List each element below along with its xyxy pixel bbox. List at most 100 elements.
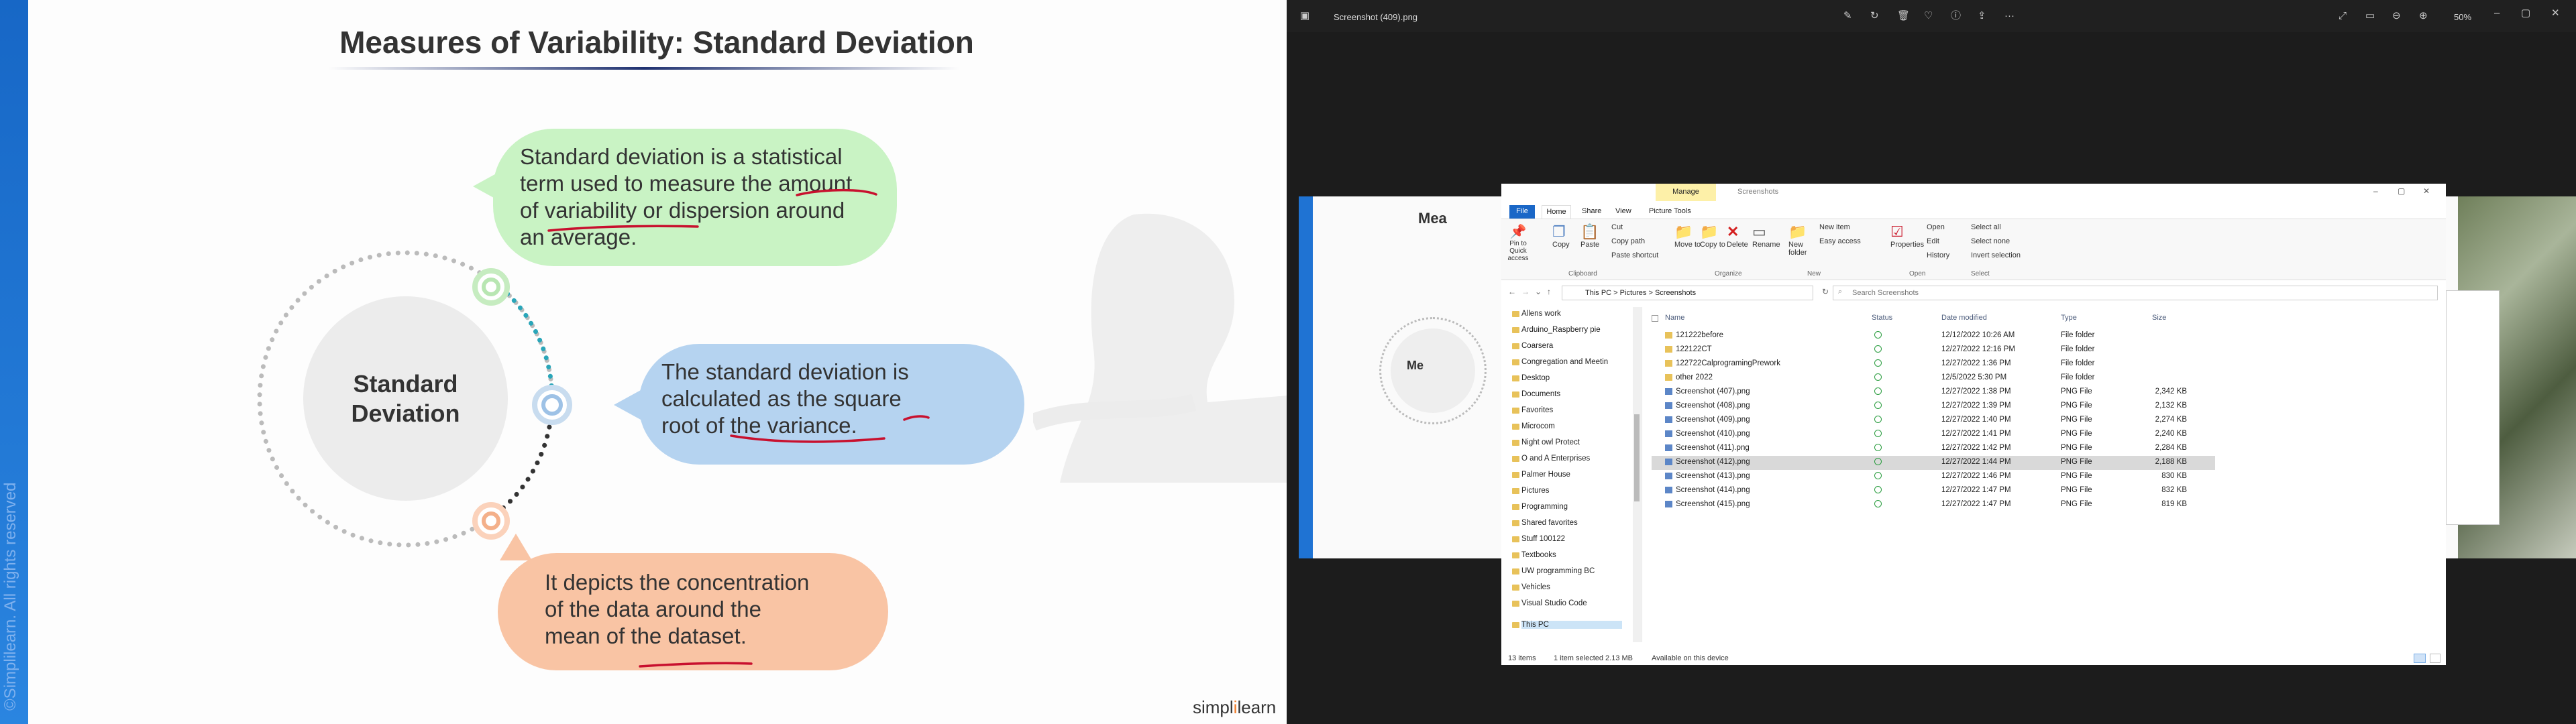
select-all-checkbox[interactable]	[1652, 315, 1658, 322]
tab-picture-tools[interactable]: Picture Tools	[1649, 207, 1691, 215]
nav-item[interactable]: Textbooks	[1512, 551, 1556, 559]
nav-item[interactable]: Pictures	[1512, 487, 1550, 495]
file-row[interactable]: Screenshot (415).png 12/27/2022 1:47 PM PN…	[1652, 498, 2215, 512]
zoom-in-icon[interactable]: ⊕	[2419, 11, 2428, 21]
forward-icon[interactable]: →	[1521, 287, 1529, 296]
nav-item[interactable]: Arduino_Raspberry pie	[1512, 326, 1601, 334]
column-size[interactable]: Size	[2152, 314, 2166, 322]
column-type[interactable]: Type	[2061, 314, 2077, 322]
info-icon[interactable]: ⓘ	[1951, 11, 1961, 21]
column-status[interactable]: Status	[1872, 314, 1892, 322]
nav-item[interactable]: Night owl Protect	[1512, 438, 1580, 446]
rotate-icon[interactable]: ↻	[1870, 11, 1879, 21]
nav-scroll-thumb[interactable]	[1634, 414, 1640, 501]
copy-button[interactable]: ❐ Copy	[1552, 223, 1570, 249]
file-row[interactable]: 122722CalprogramingPrework 12/27/2022 1:3…	[1652, 357, 2215, 371]
nav-item[interactable]: Programming	[1511, 503, 1568, 511]
search-input[interactable]: Search Screenshots	[1833, 286, 2438, 300]
copy-to-button[interactable]: 📁 Copy to	[1700, 223, 1725, 249]
zoom-out-icon[interactable]: ⊖	[2392, 11, 2401, 21]
file-row[interactable]: Screenshot (413).png 12/27/2022 1:46 PM PN…	[1652, 470, 2215, 484]
nav-item[interactable]: Palmer House	[1512, 471, 1570, 479]
tab-view[interactable]: View	[1615, 207, 1631, 215]
nav-item[interactable]: Coarsera	[1511, 342, 1553, 350]
nav-item[interactable]: Microcom	[1512, 422, 1555, 430]
nav-item[interactable]: Stuff 100122	[1511, 535, 1565, 543]
nav-item[interactable]: Desktop	[1511, 374, 1550, 382]
new-item-button[interactable]: New item	[1819, 223, 1850, 231]
share-icon[interactable]: ⇪	[1978, 11, 1986, 21]
tab-file[interactable]: File	[1509, 205, 1535, 219]
pin-button[interactable]: 📌 Pin to Quick access	[1507, 223, 1529, 262]
breadcrumb-item[interactable]: Screenshots	[1655, 289, 1696, 297]
move-to-button[interactable]: 📁 Move to	[1674, 223, 1701, 249]
breadcrumb-item[interactable]: This PC	[1585, 289, 1611, 297]
column-name[interactable]: Name	[1665, 314, 1684, 322]
file-row[interactable]: Screenshot (414).png 12/27/2022 1:47 PM PN…	[1652, 484, 2215, 498]
file-row[interactable]: 121222before 12/12/2022 10:26 AM File fold…	[1652, 329, 2215, 343]
easy-access-button[interactable]: Easy access	[1819, 237, 1861, 245]
more-icon[interactable]: ···	[2004, 11, 2015, 21]
nav-item[interactable]: Favorites	[1511, 406, 1553, 414]
file-row[interactable]: Screenshot (407).png 12/27/2022 1:38 PM PN…	[1652, 385, 2215, 400]
favorite-icon[interactable]: ♡	[1924, 11, 1933, 21]
minimize-icon[interactable]: –	[2373, 186, 2378, 196]
up-icon[interactable]: ↑	[1547, 287, 1551, 296]
file-row[interactable]: 122122CT 12/27/2022 12:16 PM File folder	[1652, 343, 2215, 357]
file-row[interactable]: Screenshot (410).png 12/27/2022 1:41 PM PN…	[1652, 428, 2215, 442]
tab-home[interactable]: Home	[1542, 205, 1571, 219]
invert-selection-button[interactable]: Invert selection	[1971, 251, 2021, 259]
select-all-button[interactable]: Select all	[1971, 223, 2001, 231]
slideshow-icon[interactable]: ▭	[2365, 11, 2375, 21]
maximize-icon[interactable]: ▢	[2521, 8, 2530, 19]
nav-item[interactable]: O and A Enterprises	[1511, 455, 1590, 463]
nav-item[interactable]: Congregation and Meetin	[1511, 358, 1608, 366]
refresh-icon[interactable]: ↻	[1822, 287, 1829, 296]
manage-tab[interactable]: Manage	[1656, 184, 1716, 201]
select-none-button[interactable]: Select none	[1971, 237, 2010, 245]
breadcrumb[interactable]: This PC > Pictures > Screenshots	[1562, 286, 1813, 300]
cut-button[interactable]: Cut	[1611, 223, 1623, 231]
properties-button[interactable]: ☑ Properties	[1890, 223, 1924, 249]
details-view-icon[interactable]	[2414, 654, 2426, 663]
file-row[interactable]: Screenshot (408).png 12/27/2022 1:39 PM PN…	[1652, 400, 2215, 414]
history-dropdown-icon[interactable]: ⌄	[1535, 287, 1542, 296]
tab-share[interactable]: Share	[1582, 207, 1601, 215]
maximize-icon[interactable]: ▢	[2398, 186, 2405, 196]
nav-item[interactable]: Vehicles	[1512, 583, 1550, 591]
nav-item[interactable]: Allens work	[1512, 310, 1561, 318]
nav-scrollbar[interactable]	[1633, 307, 1641, 642]
close-icon[interactable]: ✕	[2423, 186, 2430, 196]
nav-item[interactable]: Visual Studio Code	[1512, 599, 1587, 607]
image-file-icon	[1665, 501, 1672, 507]
paste-shortcut-button[interactable]: Paste shortcut	[1611, 251, 1658, 259]
open-button[interactable]: Open	[1927, 223, 1945, 231]
edit-button[interactable]: Edit	[1927, 237, 1939, 245]
new-folder-button[interactable]: 📁 New folder	[1788, 223, 1811, 257]
breadcrumb-item[interactable]: Pictures	[1620, 289, 1647, 297]
file-row[interactable]: Screenshot (409).png 12/27/2022 1:40 PM PN…	[1652, 414, 2215, 428]
column-date[interactable]: Date modified	[1941, 314, 1987, 322]
thumbnail-view-icon[interactable]	[2430, 654, 2440, 663]
delete-icon[interactable]: 🗑	[1897, 11, 1910, 21]
rename-button[interactable]: ▭ Rename	[1752, 223, 1780, 249]
minimize-icon[interactable]: –	[2494, 8, 2500, 19]
file-size: 2,132 KB	[2155, 402, 2187, 410]
file-date: 12/27/2022 1:47 PM	[1941, 486, 2011, 494]
file-type: PNG File	[2061, 500, 2092, 508]
file-row[interactable]: other 2022 12/5/2022 5:30 PM File folder	[1652, 371, 2215, 385]
file-row[interactable]: Screenshot (411).png 12/27/2022 1:42 PM PN…	[1652, 442, 2215, 456]
fullscreen-icon[interactable]: ⤢	[2339, 11, 2347, 21]
nav-item[interactable]: UW programming BC	[1511, 567, 1595, 575]
nav-item[interactable]: Documents	[1511, 390, 1560, 398]
file-row[interactable]: Screenshot (412).png 12/27/2022 1:44 PM PN…	[1652, 456, 2215, 470]
nav-item[interactable]: Shared favorites	[1512, 519, 1578, 527]
close-icon[interactable]: ✕	[2551, 8, 2560, 19]
back-icon[interactable]: ←	[1508, 287, 1516, 296]
paste-button[interactable]: 📋 Paste	[1580, 223, 1599, 249]
delete-button[interactable]: ✕ Delete	[1727, 223, 1748, 249]
copy-path-button[interactable]: Copy path	[1611, 237, 1645, 245]
history-button[interactable]: History	[1927, 251, 1949, 259]
edit-icon[interactable]: ✎	[1843, 11, 1852, 21]
nav-item[interactable]: This PC	[1512, 621, 1622, 629]
